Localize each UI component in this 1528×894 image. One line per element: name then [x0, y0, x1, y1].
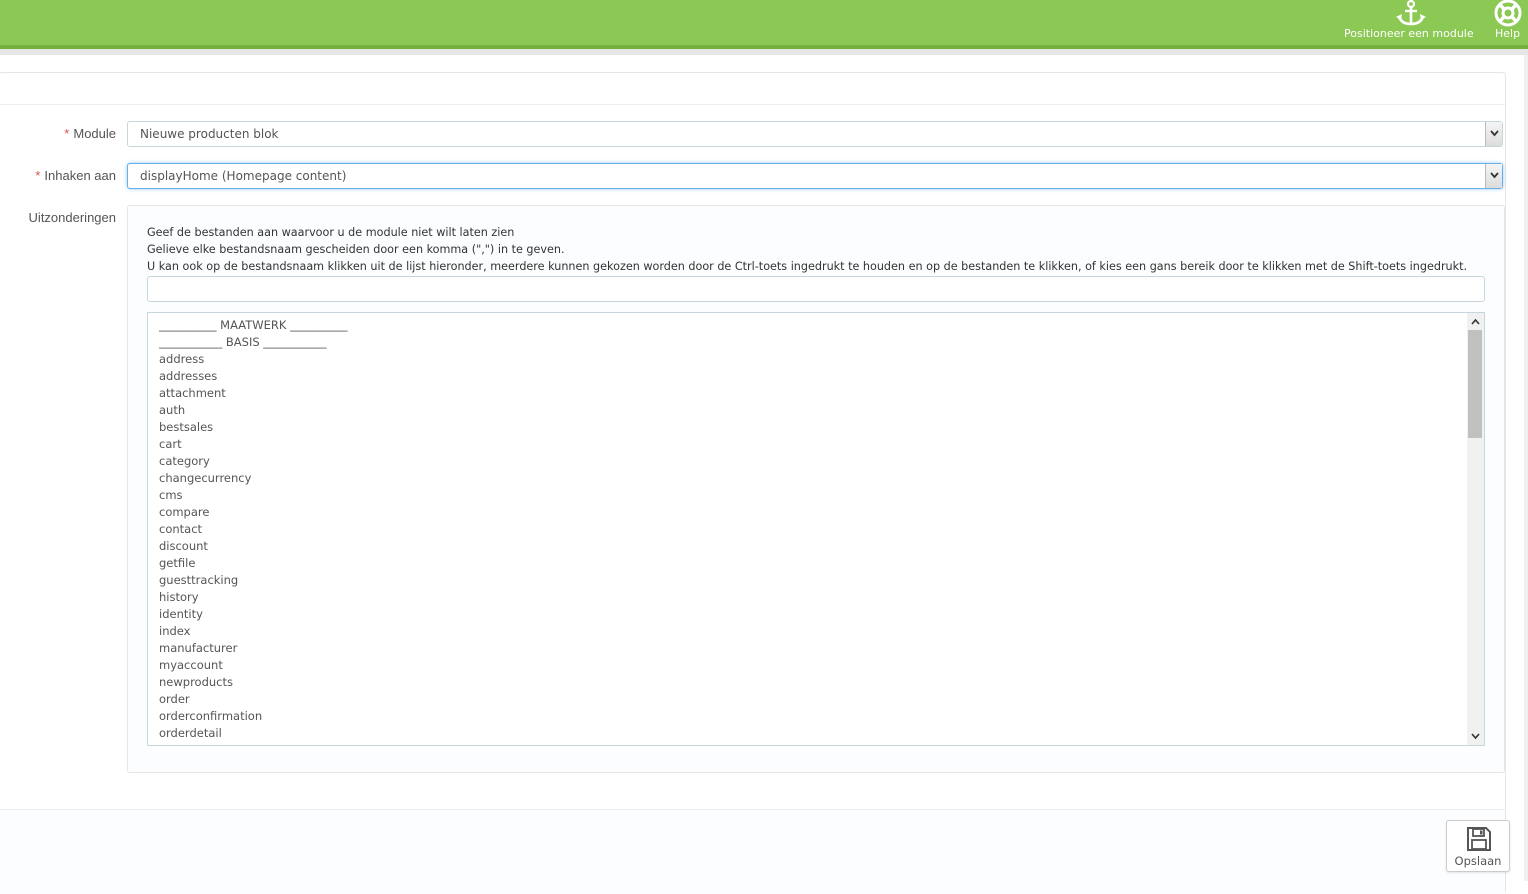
- file-list-option[interactable]: discount: [159, 538, 348, 555]
- file-list-option[interactable]: cart: [159, 436, 348, 453]
- file-list-option[interactable]: bestsales: [159, 419, 348, 436]
- file-list-option[interactable]: newproducts: [159, 674, 348, 691]
- file-list-option[interactable]: index: [159, 623, 348, 640]
- chevron-down-icon[interactable]: [1485, 164, 1502, 188]
- file-list-option[interactable]: compare: [159, 504, 348, 521]
- help-text-line: Gelieve elke bestandsnaam gescheiden doo…: [147, 243, 565, 256]
- scroll-up-arrow-icon[interactable]: [1467, 313, 1484, 330]
- file-list-option[interactable]: identity: [159, 606, 348, 623]
- help-label: Help: [1495, 27, 1521, 40]
- floppy-disk-icon: [1466, 826, 1492, 855]
- hook-select[interactable]: displayHome (Homepage content): [127, 163, 1503, 189]
- file-list-option[interactable]: myaccount: [159, 657, 348, 674]
- module-label: * Module: [64, 126, 116, 141]
- file-list-select[interactable]: __________ MAATWERK __________ __________…: [147, 312, 1485, 746]
- anchor-icon: [1395, 0, 1427, 30]
- lifebuoy-icon: [1493, 0, 1523, 30]
- module-select-value: Nieuwe producten blok: [140, 127, 279, 141]
- hook-select-value: displayHome (Homepage content): [140, 169, 347, 183]
- file-list-option[interactable]: changecurrency: [159, 470, 348, 487]
- page-scrollbar[interactable]: [1524, 55, 1528, 881]
- required-marker: *: [35, 168, 41, 183]
- save-label: Opslaan: [1454, 854, 1502, 868]
- file-list-option[interactable]: addresses: [159, 368, 348, 385]
- help-text-line: Geef de bestanden aan waarvoor u de modu…: [147, 226, 515, 239]
- file-list-items: __________ MAATWERK __________ __________…: [159, 317, 348, 742]
- position-module-label: Positioneer een module: [1344, 27, 1474, 40]
- file-list-option[interactable]: order: [159, 691, 348, 708]
- file-list-option[interactable]: category: [159, 453, 348, 470]
- file-list-option[interactable]: history: [159, 589, 348, 606]
- position-module-button[interactable]: Positioneer een module: [1340, 0, 1482, 45]
- exceptions-label: Uitzonderingen: [28, 210, 116, 225]
- help-text-line: U kan ook op de bestandsnaam klikken uit…: [147, 260, 1468, 273]
- required-marker: *: [64, 126, 70, 141]
- file-list-option[interactable]: getfile: [159, 555, 348, 572]
- hook-label: * Inhaken aan: [35, 168, 116, 183]
- chevron-down-icon[interactable]: [1485, 122, 1502, 146]
- top-toolbar: Positioneer een module Help: [0, 0, 1528, 49]
- panel-footer: [0, 809, 1505, 894]
- file-list-option[interactable]: __________ MAATWERK __________: [159, 317, 348, 334]
- file-list-option[interactable]: manufacturer: [159, 640, 348, 657]
- file-list-option[interactable]: address: [159, 351, 348, 368]
- file-list-option[interactable]: contact: [159, 521, 348, 538]
- file-list-option[interactable]: attachment: [159, 385, 348, 402]
- module-select[interactable]: Nieuwe producten blok: [127, 121, 1503, 147]
- file-list-option[interactable]: orderdetail: [159, 725, 348, 742]
- exceptions-input[interactable]: [147, 276, 1485, 302]
- file-list-option[interactable]: auth: [159, 402, 348, 419]
- scroll-thumb[interactable]: [1468, 330, 1482, 438]
- panel-heading-divider: [0, 104, 1505, 105]
- file-list-scrollbar[interactable]: [1467, 313, 1484, 745]
- save-button[interactable]: Opslaan: [1446, 820, 1510, 872]
- file-list-option[interactable]: guesttracking: [159, 572, 348, 589]
- file-list-option[interactable]: orderconfirmation: [159, 708, 348, 725]
- help-button[interactable]: Help: [1488, 0, 1528, 45]
- file-list-option[interactable]: ___________ BASIS ___________: [159, 334, 348, 351]
- toolbar-shadow: [0, 49, 1528, 55]
- scroll-down-arrow-icon[interactable]: [1467, 728, 1484, 745]
- file-list-option[interactable]: cms: [159, 487, 348, 504]
- exceptions-well: Geef de bestanden aan waarvoor u de modu…: [127, 205, 1505, 773]
